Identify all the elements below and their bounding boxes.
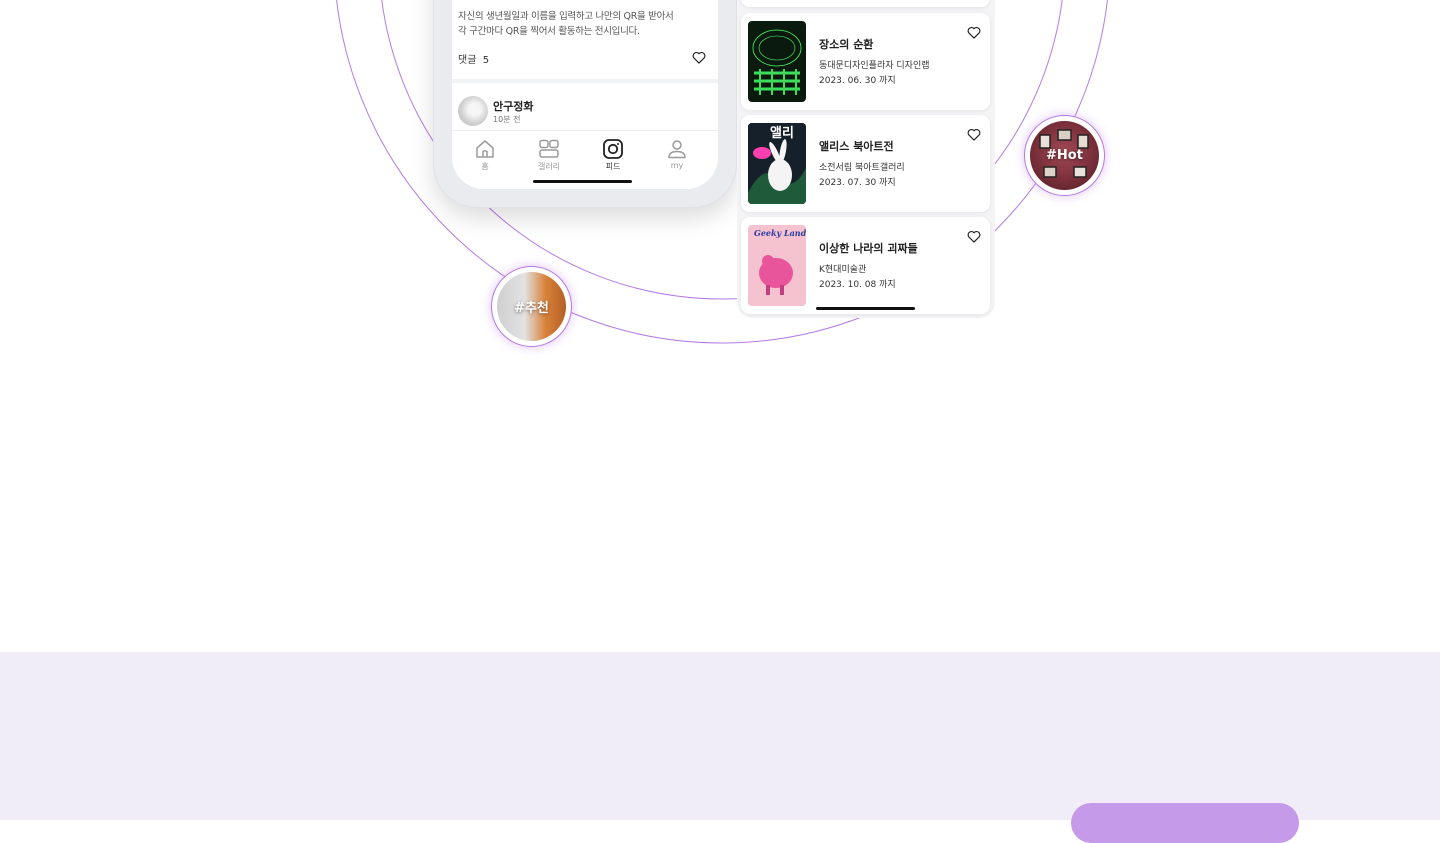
- poster-art: [752, 29, 802, 95]
- tab-my[interactable]: my: [647, 139, 707, 170]
- tab-home[interactable]: 홈: [455, 139, 515, 172]
- svg-text:앨리: 앨리: [770, 125, 794, 141]
- lower-section: [0, 652, 1440, 820]
- exhibition-card[interactable]: Geeky Land 이상한 나라의 괴짜들 K현대미술관 2023. 10. …: [741, 217, 990, 314]
- author-name[interactable]: 안구정화: [493, 98, 533, 114]
- tab-feed[interactable]: 피드: [583, 139, 643, 172]
- exhibition-date: 2023. 10. 08 까지: [819, 280, 896, 290]
- hashtag-recommend-bubble[interactable]: #추천: [491, 266, 572, 347]
- feed-icon: [603, 139, 623, 159]
- hashtag-hot-bubble[interactable]: #Hot: [1024, 115, 1105, 196]
- avatar[interactable]: [458, 96, 488, 126]
- comment-number: 5: [482, 55, 490, 66]
- heart-icon[interactable]: [967, 128, 981, 141]
- svg-text:Geeky Land: Geeky Land: [754, 228, 806, 238]
- exhibition-poster[interactable]: Geeky Land: [748, 225, 806, 306]
- gallery-icon: [539, 139, 559, 158]
- poster-art: 앨리: [748, 123, 806, 204]
- post-description-line: 자신의 생년월일과 이름을 입력하고 나만의 QR을 받아서: [458, 11, 674, 22]
- exhibition-venue: 소전서림 북아트갤러리: [819, 163, 905, 173]
- comment-label: 댓글: [458, 55, 477, 66]
- exhibition-card[interactable]: 장소의 순환 동대문디자인플라자 디자인랩 2023. 06. 30 까지: [741, 13, 990, 110]
- exhibition-title[interactable]: 이상한 나라의 괴짜들: [819, 240, 918, 256]
- exhibition-date: 2023. 07. 30 까지: [819, 178, 896, 188]
- exhibition-venue: 동대문디자인플라자 디자인랩: [819, 61, 930, 71]
- home-icon: [476, 140, 494, 158]
- list-item[interactable]: [741, 0, 990, 7]
- post-time: 10분 전: [493, 115, 521, 124]
- exhibition-date: 2023. 06. 30 까지: [819, 76, 896, 86]
- hashtag-recommend-label: #추천: [514, 301, 549, 316]
- hashtag-recommend-image: #추천: [497, 272, 566, 341]
- tab-label: 갤러리: [537, 162, 561, 171]
- profile-icon: [668, 140, 686, 159]
- post-description: 자신의 생년월일과 이름을 입력하고 나만의 QR을 받아서 각 구간마다 QR…: [458, 9, 708, 39]
- exhibition-card[interactable]: 앨리 앨리스 북아트전 소전서림 북아트갤러리 2023. 07. 30 까지: [741, 115, 990, 212]
- poster-art: Geeky Land: [748, 225, 806, 306]
- heart-icon[interactable]: [967, 26, 981, 39]
- feed-screen: 자신의 생년월일과 이름을 입력하고 나만의 QR을 받아서 각 구간마다 QR…: [452, 0, 718, 189]
- exhibition-poster[interactable]: 앨리: [748, 123, 806, 204]
- tab-label: 피드: [605, 162, 621, 171]
- tab-label: 홈: [481, 162, 489, 171]
- hashtag-hot-image: #Hot: [1030, 121, 1099, 190]
- exhibition-venue: K현대미술관: [819, 265, 867, 275]
- exhibition-poster[interactable]: [748, 21, 806, 102]
- heart-icon[interactable]: [967, 230, 981, 243]
- hashtag-hot-label: #Hot: [1046, 148, 1083, 163]
- tab-label: my: [670, 161, 684, 170]
- phone-mockup: 자신의 생년월일과 이름을 입력하고 나만의 QR을 받아서 각 구간마다 QR…: [433, 0, 737, 208]
- cta-button[interactable]: [1071, 803, 1299, 843]
- home-indicator: [816, 307, 915, 310]
- comment-count[interactable]: 댓글 5: [458, 51, 489, 66]
- exhibition-title[interactable]: 앨리스 북아트전: [819, 138, 894, 154]
- exhibition-title[interactable]: 장소의 순환: [819, 36, 873, 52]
- tab-gallery[interactable]: 갤러리: [519, 139, 579, 172]
- home-indicator: [533, 180, 632, 183]
- post-divider: [452, 79, 718, 83]
- heart-icon[interactable]: [692, 51, 706, 64]
- post-description-line: 각 구간마다 QR을 찍어서 활동하는 전시입니다.: [458, 26, 640, 37]
